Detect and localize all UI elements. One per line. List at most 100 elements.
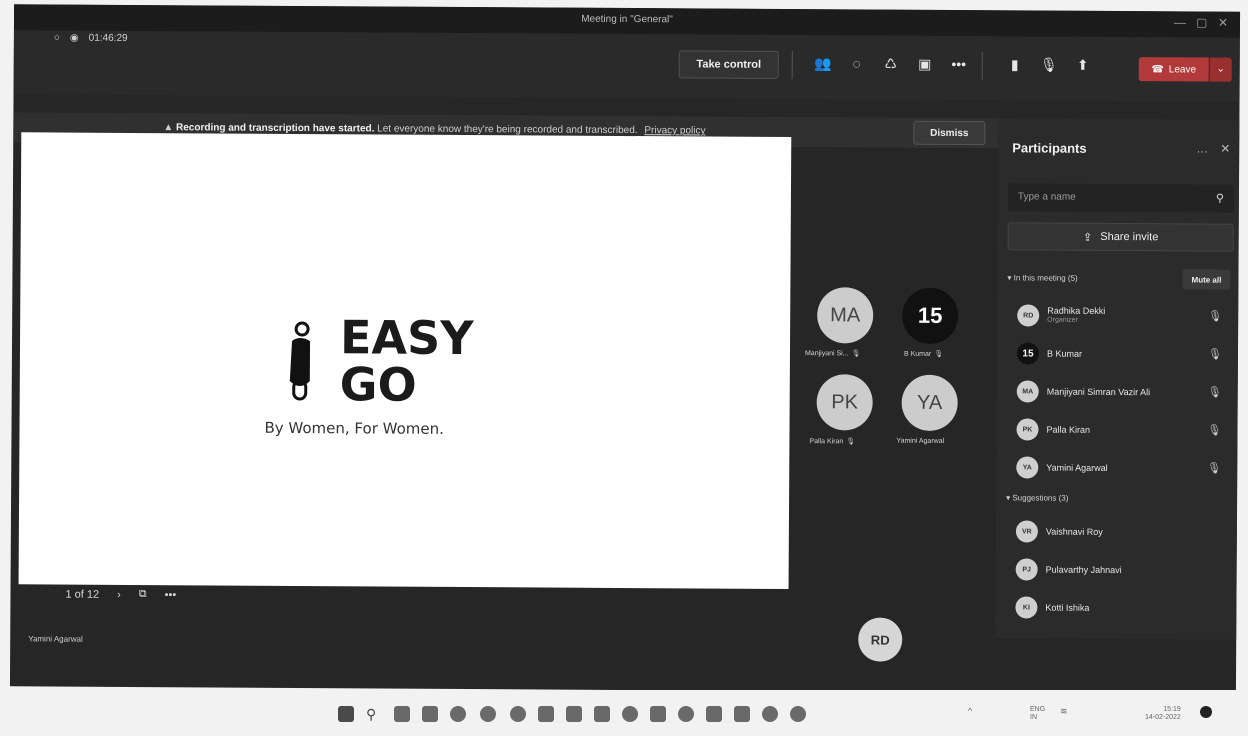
participant-name: B Kumar [1046,348,1083,359]
leave-dropdown-button[interactable]: ⌄ [1209,57,1232,82]
in-meeting-section-header[interactable]: ▾ In this meeting (5) [1007,273,1077,282]
chrome-icon[interactable] [480,706,496,722]
participant-tile-name: B Kumar 🎙 [904,350,943,358]
taskbar-app-icon[interactable] [790,706,806,722]
mute-all-button[interactable]: Mute all [1182,269,1231,290]
privacy-policy-link[interactable]: Privacy policy [644,125,705,136]
chrome-icon[interactable] [678,706,694,722]
suggestion-row[interactable]: PJ Pulavarthy Jahnavi [1015,554,1231,585]
camera-off-icon[interactable]: ▮ [1004,56,1026,76]
maximize-icon[interactable]: ▢ [1196,15,1207,29]
panel-more-icon[interactable]: … [1196,141,1208,155]
panel-title: Participants [1012,140,1087,156]
share-screen-icon[interactable]: ⬆ [1072,57,1094,77]
time-text: 15:19 [1163,706,1181,713]
chrome-icon[interactable] [762,706,778,722]
people-icon[interactable]: 👥 [812,55,834,75]
easy-go-logo: EASY GO [275,309,536,421]
notification-badge-icon[interactable] [1200,706,1212,718]
leave-button[interactable]: ☎ Leave [1138,57,1209,82]
mic-off-icon: 🎙 [1207,386,1222,399]
avatar: KI [1015,596,1038,619]
participant-tile-avatar[interactable]: YA [901,374,958,432]
participant-row[interactable]: PK Palla Kiran 🎙 [1016,414,1231,445]
self-video-avatar[interactable]: RD [858,617,903,662]
lang-text: ENG [1030,706,1046,713]
taskbar-app-icon[interactable] [538,706,554,722]
participant-tile-avatar[interactable]: MA [817,287,874,344]
tile-name-text: Yamini Agarwal [896,437,945,445]
clock[interactable]: 15:19 14-02-2022 [1145,706,1181,722]
teams-meeting-window: Meeting in "General" — ▢ ✕ ○ ◉ 01:46:29 … [9,4,1241,694]
start-icon[interactable] [338,706,354,722]
presenter-name: Yamini Agarwal [28,634,83,644]
search-icon[interactable]: ⚲ [1216,192,1224,205]
toolbar-divider [791,51,793,80]
mic-off-icon: 🎙 [1207,424,1222,437]
participant-name: Radhika Dekki [1047,305,1106,316]
participant-name: Palla Kiran [1046,424,1091,435]
avatar: PK [1016,418,1039,441]
participant-search-input[interactable]: Type a name ⚲ [1007,183,1235,213]
wifi-icon[interactable]: ≋ [1060,706,1068,717]
share-invite-button[interactable]: ⇪ Share invite [1007,222,1234,252]
search-icon[interactable]: ⚲ [366,706,382,722]
region-text: IN [1030,714,1037,721]
taskbar-app-icon[interactable] [594,706,610,722]
date-text: 14-02-2022 [1145,714,1181,721]
language-indicator[interactable]: ENG IN [1030,706,1045,722]
logo-word-go: GO [339,357,417,412]
participant-tile-name: Palla Kiran 🎙 [809,437,855,446]
suggestion-name: Kotti Ishika [1045,602,1090,613]
take-control-button[interactable]: Take control [678,50,779,79]
participant-tile-avatar[interactable]: 15 [902,287,959,345]
panel-close-icon[interactable]: ✕ [1220,142,1230,156]
more-icon[interactable]: ••• [948,56,970,76]
participant-row[interactable]: 15 B Kumar 🎙 [1016,338,1232,369]
timer-text: 01:46:29 [88,32,128,44]
suggestion-row[interactable]: VR Vaishnavi Roy [1015,516,1231,547]
suggestions-section-header[interactable]: ▾ Suggestions (3) [1006,493,1068,502]
minimize-icon[interactable]: — [1174,15,1186,29]
record-icon: ◉ [69,32,79,44]
warning-icon: ▲ [163,122,177,134]
suggestion-row[interactable]: KI Kotti Ishika [1015,592,1230,623]
teams-icon[interactable] [734,706,750,722]
taskbar-app-icon[interactable] [650,706,666,722]
rooms-icon[interactable]: ▣ [914,56,936,76]
toolbar-divider [981,52,983,81]
suggestion-name: Vaishnavi Roy [1045,526,1103,537]
participant-row[interactable]: RD Radhika Dekki Organizer 🎙 [1017,300,1232,331]
section-label: Suggestions (3) [1012,493,1069,503]
taskbar-app-icon[interactable] [394,706,410,722]
taskbar-app-icon[interactable] [422,706,438,722]
participant-tile-avatar[interactable]: PK [816,374,873,431]
participant-row[interactable]: YA Yamini Agarwal 🎙 [1016,452,1231,483]
tile-name-text: Manjiyani Si... [804,349,849,357]
close-icon[interactable]: ✕ [1218,16,1228,30]
avatar: PJ [1015,558,1038,581]
taskbar-app-icon[interactable] [566,706,582,722]
participant-role: Organizer [1047,316,1078,324]
mic-off-icon: 🎙 [851,350,861,358]
dismiss-button[interactable]: Dismiss [913,120,986,146]
tray-chevron-icon[interactable]: ^ [968,706,972,716]
reactions-icon[interactable]: ♺ [880,56,902,76]
next-slide-icon[interactable]: › [117,588,121,600]
chrome-icon[interactable] [510,706,526,722]
chat-icon[interactable]: ◌ [846,55,868,75]
taskbar-app-icon[interactable] [450,706,466,722]
avatar: RD [1017,304,1040,327]
slide-grid-icon[interactable]: ⧉ [139,588,147,601]
shield-icon: ○ [53,32,60,44]
mic-icon: 🎙 [1207,462,1222,475]
section-label: In this meeting (5) [1013,273,1078,283]
taskbar-app-icon[interactable] [622,706,638,722]
taskbar-app-icon[interactable] [706,706,722,722]
slide-navigation: 1 of 12 › ⧉ ••• [65,588,176,602]
avatar: VR [1015,520,1038,543]
mic-icon[interactable]: 🎙 [1038,57,1060,77]
slide-page-counter: 1 of 12 [65,588,100,601]
participant-row[interactable]: MA Manjiyani Simran Vazir Ali 🎙 [1016,376,1232,407]
slide-more-icon[interactable]: ••• [165,589,177,601]
